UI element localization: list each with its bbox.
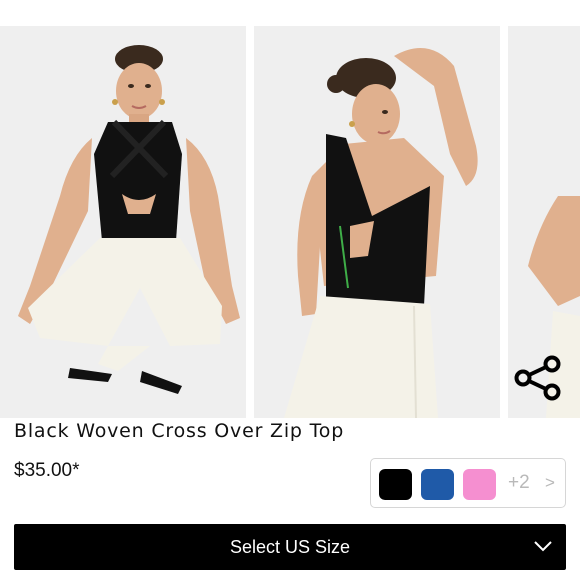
share-icon[interactable] [514, 355, 564, 401]
more-colors-count: +2 [508, 472, 530, 493]
color-swatch-black[interactable] [379, 469, 412, 500]
select-size-label: Select US Size [229, 536, 351, 557]
product-image-gallery[interactable] [0, 26, 580, 418]
select-size-button[interactable]: Select US Size [14, 524, 566, 570]
product-image-front[interactable] [0, 26, 246, 418]
chevron-down-icon [534, 541, 552, 552]
product-image-back[interactable] [254, 26, 500, 418]
color-swatch-pink[interactable] [463, 469, 496, 500]
color-swatch-blue[interactable] [421, 469, 454, 500]
color-swatch-selector: +2 > [370, 458, 566, 508]
product-price: $35.00* [14, 460, 80, 481]
product-title: Black Woven Cross Over Zip Top [14, 420, 345, 442]
page-header-strip [0, 0, 580, 14]
chevron-right-icon: > [544, 473, 555, 492]
more-colors-button[interactable]: +2 > [508, 472, 555, 494]
